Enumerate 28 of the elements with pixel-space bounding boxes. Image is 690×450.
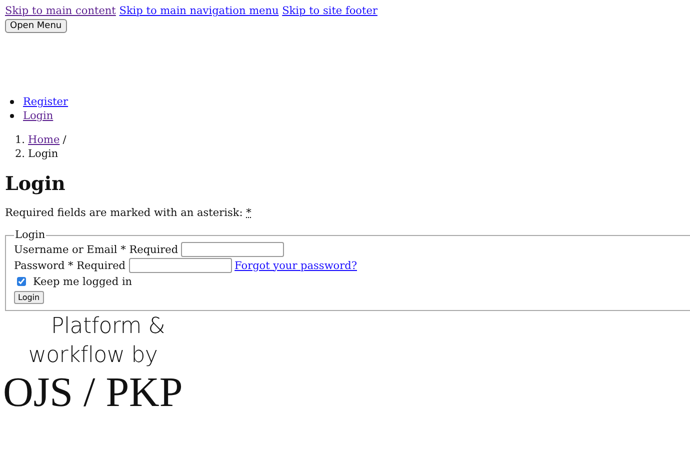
open-menu-button[interactable]: Open Menu [5, 19, 67, 33]
logo-text: OJS / PKP [3, 369, 184, 418]
asterisk-mark: * [246, 207, 252, 219]
checkbox-label: Keep me logged in [33, 276, 132, 288]
list-number: 2. [15, 147, 26, 161]
nav-link[interactable]: Register [23, 95, 68, 109]
required-note: Required fields are marked with an asterisk: [5, 207, 244, 219]
fieldset-legend: Login [14, 229, 46, 241]
nav-link[interactable]: Login [23, 109, 54, 123]
page-heading: Login [5, 173, 66, 195]
forgot-password-link[interactable]: Forgot your password? [234, 260, 357, 272]
skip-link[interactable]: Skip to main content [5, 5, 116, 17]
password-field[interactable] [128, 258, 232, 273]
skip-link[interactable]: Skip to main navigation menu [119, 5, 279, 17]
breadcrumb-current: Login [28, 147, 58, 161]
field-label: Password * Required [14, 260, 126, 272]
remember-checkbox[interactable] [17, 277, 26, 286]
bullet-icon [10, 100, 14, 104]
field-label: Username or Email * Required [14, 244, 178, 256]
bullet-icon [10, 114, 14, 118]
list-number: 1. [15, 133, 26, 147]
breadcrumb-link[interactable]: Home [28, 133, 60, 147]
login-button[interactable]: Login [14, 291, 44, 304]
username-field[interactable] [181, 242, 284, 257]
skip-link[interactable]: Skip to site footer [282, 5, 378, 17]
footer-text: Platform & [50, 313, 166, 341]
breadcrumb-separator: / [62, 133, 66, 147]
footer-text: workflow by [27, 342, 159, 370]
